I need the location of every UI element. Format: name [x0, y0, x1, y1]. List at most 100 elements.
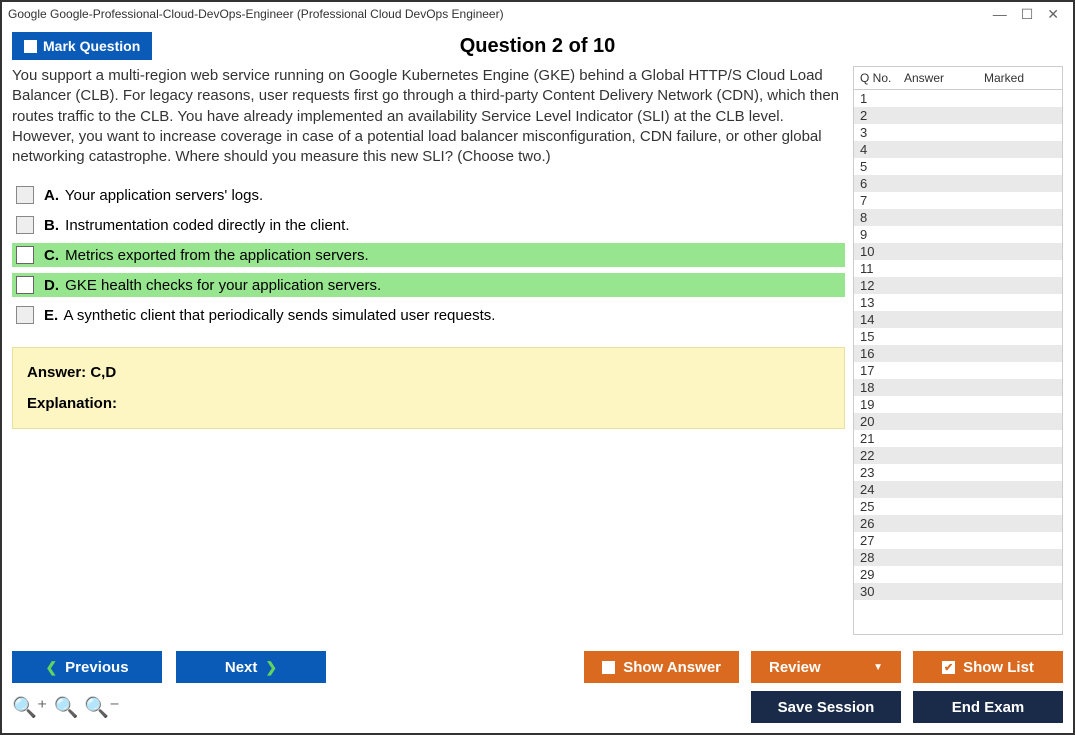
- qno-cell: 2: [860, 107, 904, 124]
- sidebar-rows[interactable]: 1234567891011121314151617181920212223242…: [854, 90, 1062, 634]
- zoom-out-icon[interactable]: 🔍⁻: [84, 695, 119, 720]
- answer-line: Answer: C,D: [27, 364, 830, 381]
- col-answer: Answer: [904, 71, 984, 85]
- session-buttons: Save Session End Exam: [751, 691, 1063, 723]
- show-answer-label: Show Answer: [623, 659, 721, 676]
- checked-square-icon: ✔: [942, 661, 955, 674]
- question-list-row[interactable]: 9: [854, 226, 1062, 243]
- question-list-row[interactable]: 29: [854, 566, 1062, 583]
- mark-checkbox-icon: [24, 40, 37, 53]
- qno-cell: 20: [860, 413, 904, 430]
- mark-question-button[interactable]: Mark Question: [12, 32, 152, 60]
- qno-cell: 6: [860, 175, 904, 192]
- option-row[interactable]: D. GKE health checks for your applicatio…: [12, 273, 845, 297]
- qno-cell: 27: [860, 532, 904, 549]
- option-checkbox[interactable]: [16, 306, 34, 324]
- question-list-row[interactable]: 22: [854, 447, 1062, 464]
- question-list-row[interactable]: 26: [854, 515, 1062, 532]
- question-list-row[interactable]: 11: [854, 260, 1062, 277]
- question-list-row[interactable]: 20: [854, 413, 1062, 430]
- qno-cell: 10: [860, 243, 904, 260]
- option-checkbox[interactable]: [16, 276, 34, 294]
- qno-cell: 8: [860, 209, 904, 226]
- titlebar: Google Google-Professional-Cloud-DevOps-…: [2, 2, 1073, 26]
- option-text: D. GKE health checks for your applicatio…: [44, 277, 381, 294]
- question-text: You support a multi-region web service r…: [12, 66, 845, 167]
- question-list-row[interactable]: 28: [854, 549, 1062, 566]
- footer-row-2: 🔍⁺ 🔍 🔍⁻ Save Session End Exam: [12, 691, 1063, 723]
- square-icon: [602, 661, 615, 674]
- options-list: A. Your application servers' logs. B. Ins…: [12, 183, 845, 327]
- question-list-row[interactable]: 2: [854, 107, 1062, 124]
- question-list-row[interactable]: 12: [854, 277, 1062, 294]
- question-list-row[interactable]: 27: [854, 532, 1062, 549]
- question-list-row[interactable]: 13: [854, 294, 1062, 311]
- option-row[interactable]: C. Metrics exported from the application…: [12, 243, 845, 267]
- question-list-row[interactable]: 10: [854, 243, 1062, 260]
- question-list-row[interactable]: 18: [854, 379, 1062, 396]
- question-list-row[interactable]: 14: [854, 311, 1062, 328]
- qno-cell: 3: [860, 124, 904, 141]
- qno-cell: 21: [860, 430, 904, 447]
- question-list-row[interactable]: 30: [854, 583, 1062, 600]
- header-row: Mark Question Question 2 of 10: [2, 26, 1073, 66]
- option-checkbox[interactable]: [16, 246, 34, 264]
- window-controls: — ☐ ✕: [993, 6, 1067, 23]
- end-exam-button[interactable]: End Exam: [913, 691, 1063, 723]
- next-button[interactable]: Next ❯: [176, 651, 326, 683]
- explanation-label: Explanation:: [27, 395, 830, 412]
- qno-cell: 15: [860, 328, 904, 345]
- close-icon[interactable]: ✕: [1047, 6, 1059, 23]
- qno-cell: 26: [860, 515, 904, 532]
- qno-cell: 17: [860, 362, 904, 379]
- question-list-row[interactable]: 21: [854, 430, 1062, 447]
- question-list-row[interactable]: 15: [854, 328, 1062, 345]
- question-list-row[interactable]: 3: [854, 124, 1062, 141]
- show-list-label: Show List: [963, 659, 1034, 676]
- option-row[interactable]: B. Instrumentation coded directly in the…: [12, 213, 845, 237]
- option-checkbox[interactable]: [16, 216, 34, 234]
- qno-cell: 23: [860, 464, 904, 481]
- option-text: E. A synthetic client that periodically …: [44, 307, 495, 324]
- main-area: You support a multi-region web service r…: [2, 66, 1073, 643]
- question-list-row[interactable]: 7: [854, 192, 1062, 209]
- window-title: Google Google-Professional-Cloud-DevOps-…: [8, 7, 504, 21]
- review-button[interactable]: Review ▼: [751, 651, 901, 683]
- zoom-reset-icon[interactable]: 🔍: [53, 695, 78, 720]
- question-list-row[interactable]: 25: [854, 498, 1062, 515]
- zoom-in-icon[interactable]: 🔍⁺: [12, 695, 47, 720]
- option-row[interactable]: A. Your application servers' logs.: [12, 183, 845, 207]
- minimize-icon[interactable]: —: [993, 6, 1007, 22]
- question-list-row[interactable]: 6: [854, 175, 1062, 192]
- option-checkbox[interactable]: [16, 186, 34, 204]
- show-list-button[interactable]: ✔ Show List: [913, 651, 1063, 683]
- question-list-row[interactable]: 5: [854, 158, 1062, 175]
- question-list-row[interactable]: 16: [854, 345, 1062, 362]
- mark-question-label: Mark Question: [43, 38, 140, 54]
- chevron-left-icon: ❮: [45, 659, 57, 676]
- answer-panel: Answer: C,D Explanation:: [12, 347, 845, 429]
- previous-button[interactable]: ❮ Previous: [12, 651, 162, 683]
- qno-cell: 30: [860, 583, 904, 600]
- qno-cell: 13: [860, 294, 904, 311]
- maximize-icon[interactable]: ☐: [1021, 6, 1034, 23]
- option-row[interactable]: E. A synthetic client that periodically …: [12, 303, 845, 327]
- qno-cell: 1: [860, 90, 904, 107]
- end-exam-label: End Exam: [952, 699, 1025, 716]
- qno-cell: 14: [860, 311, 904, 328]
- question-list-row[interactable]: 4: [854, 141, 1062, 158]
- save-session-button[interactable]: Save Session: [751, 691, 901, 723]
- question-list-row[interactable]: 23: [854, 464, 1062, 481]
- zoom-controls: 🔍⁺ 🔍 🔍⁻: [12, 695, 120, 720]
- qno-cell: 16: [860, 345, 904, 362]
- question-list-row[interactable]: 8: [854, 209, 1062, 226]
- question-list-row[interactable]: 19: [854, 396, 1062, 413]
- question-list-row[interactable]: 17: [854, 362, 1062, 379]
- qno-cell: 24: [860, 481, 904, 498]
- show-answer-button[interactable]: Show Answer: [584, 651, 739, 683]
- question-list-row[interactable]: 24: [854, 481, 1062, 498]
- question-list-row[interactable]: 1: [854, 90, 1062, 107]
- previous-label: Previous: [65, 659, 128, 676]
- col-marked: Marked: [984, 71, 1056, 85]
- nav-buttons: ❮ Previous Next ❯: [12, 651, 326, 683]
